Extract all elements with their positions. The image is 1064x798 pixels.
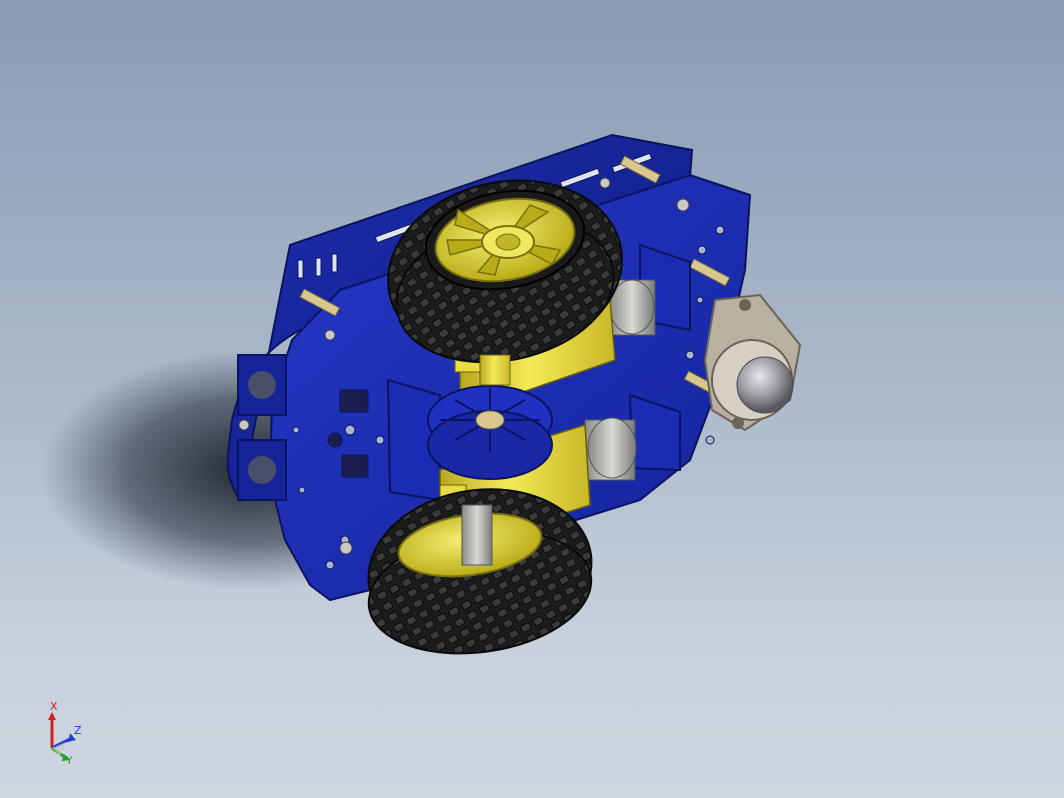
x-axis-arrow: [48, 712, 56, 720]
robot-chassis-model[interactable]: [0, 0, 1064, 798]
y-axis-label: Y: [65, 754, 73, 766]
z-axis-label: Z: [74, 724, 82, 737]
x-axis-label: X: [50, 700, 58, 713]
caster-ball[interactable]: [703, 293, 802, 432]
cad-viewport[interactable]: X Z Y: [0, 0, 1064, 798]
orientation-triad[interactable]: X Z Y: [38, 700, 88, 766]
encoder-disc[interactable]: [427, 385, 553, 480]
axle-hub: [479, 354, 511, 386]
